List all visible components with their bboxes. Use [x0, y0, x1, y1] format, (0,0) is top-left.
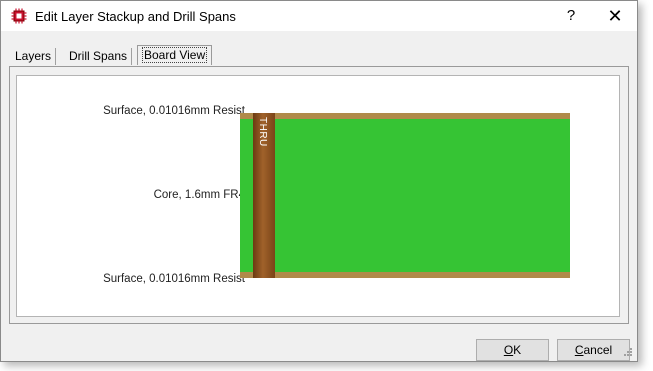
ok-button[interactable]: OK [476, 339, 549, 361]
bottom-surface-layer[interactable] [240, 272, 570, 278]
core-layer[interactable] [240, 119, 570, 272]
board-view-canvas[interactable]: Surface, 0.01016mm Resist Core, 1.6mm FR… [16, 75, 620, 317]
help-button[interactable]: ? [549, 1, 593, 31]
ok-mnemonic: O [503, 343, 514, 357]
board-stackup[interactable]: THRU [240, 113, 570, 278]
board-view-panel: Surface, 0.01016mm Resist Core, 1.6mm FR… [9, 66, 629, 324]
dialog-window: Edit Layer Stackup and Drill Spans ? ✕ L… [0, 0, 638, 362]
tab-drill-spans[interactable]: Drill Spans [65, 48, 133, 65]
tab-layers[interactable]: Layers [11, 48, 57, 65]
cancel-button[interactable]: Cancel [557, 339, 630, 361]
layer-label-bottom-surface: Surface, 0.01016mm Resist [103, 273, 245, 285]
close-button[interactable]: ✕ [593, 1, 637, 31]
tab-board-view[interactable]: Board View [137, 45, 213, 65]
ok-label-rest: K [513, 343, 522, 357]
tab-board-view-label: Board View [142, 47, 208, 63]
drill-span-thru[interactable]: THRU [253, 113, 275, 278]
drill-span-label: THRU [257, 117, 268, 147]
layer-label-top-surface: Surface, 0.01016mm Resist [103, 105, 245, 117]
close-icon: ✕ [607, 6, 623, 26]
cancel-label-rest: ancel [583, 343, 613, 357]
title-bar[interactable]: Edit Layer Stackup and Drill Spans ? ✕ [1, 1, 637, 31]
chip-app-icon [11, 8, 27, 24]
resize-grip-icon[interactable] [621, 345, 633, 357]
layer-label-core: Core, 1.6mm FR4 [153, 189, 245, 201]
window-title: Edit Layer Stackup and Drill Spans [35, 9, 236, 24]
